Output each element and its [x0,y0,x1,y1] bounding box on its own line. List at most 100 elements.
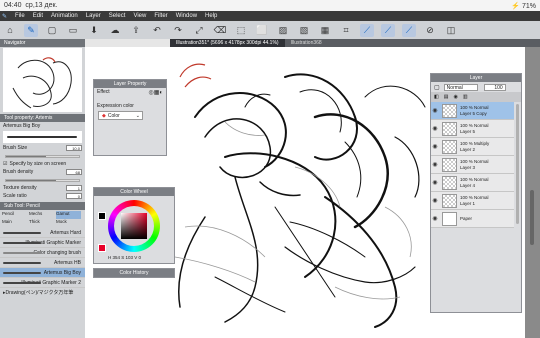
brush-density-value[interactable]: 68 [66,169,82,175]
deselect-icon[interactable]: ⬜ [255,24,269,37]
ref-icon[interactable]: ◉ [453,94,457,100]
eye-icon[interactable]: ◉ [431,215,439,222]
lock-icon[interactable]: ▤ [444,94,449,100]
subtool-tab-gamut[interactable]: Gamut [56,211,81,219]
main-color-swatch[interactable] [98,212,106,220]
navigator-header: Navigator [0,39,85,47]
eye-icon[interactable]: ◉ [431,179,439,186]
fill-icon[interactable]: ▧ [297,24,311,37]
layer-row[interactable]: ◉ 100 % Normal Layer 4 [431,174,514,192]
menu-edit[interactable]: Edit [33,13,43,19]
layer-row[interactable]: ◉ 100 % Normal Layer 3 [431,156,514,174]
density-slider[interactable] [5,178,80,182]
brush-size-row: Brush Size 10.0 [0,144,85,152]
layer-row-paper[interactable]: ◉ Paper [431,210,514,228]
menu-window[interactable]: Window [176,13,197,19]
layer-row[interactable]: ◉ 100 % Multiply Layer 2 [431,138,514,156]
scale-label: Scale ratio [3,193,27,199]
opacity-field[interactable]: 100 [483,83,506,91]
eye-icon[interactable]: ◉ [431,125,439,132]
canvas-scrollbar[interactable] [530,190,534,245]
brush-size-slider[interactable] [5,154,80,158]
brush-item-selected[interactable]: Artemus Big Boy [0,268,85,278]
menu-help[interactable]: Help [205,13,217,19]
open-folder-icon[interactable]: ▭ [66,24,80,37]
date: ср,13 дек. [25,2,58,9]
clip-icon[interactable]: ◧ [434,94,439,100]
navigator-preview[interactable] [3,48,82,112]
brush-item[interactable]: Artemus HB [0,258,85,268]
scale-value[interactable]: 0 [66,193,82,199]
texture-value[interactable]: 1 [66,185,82,191]
home-icon[interactable]: ⌂ [3,24,17,37]
perspective-icon[interactable]: ⊘ [423,24,437,37]
layer-scrollbar[interactable] [516,104,519,224]
transform-icon[interactable]: ⤢ [192,24,206,37]
export-icon[interactable]: ⇪ [129,24,143,37]
tab-illustration368[interactable]: Illustration368 [285,39,328,47]
eye-icon[interactable]: ◉ [431,107,439,114]
color-history-panel: Color History [93,268,175,278]
layer-info: 100 % Normal Layer 1 [460,195,489,207]
tab-illustration351[interactable]: Illustration351* (5696 x 4178px 300dpi 4… [170,39,285,47]
layer-info: 100 % Normal Layer 3 [460,159,489,171]
subtool-tab-pencil[interactable]: Pencil [2,211,29,219]
menu-filter[interactable]: Filter [154,13,167,19]
layer-thumbnail [442,121,457,136]
layer-panel-header: Layer [431,74,521,82]
save-icon[interactable]: ⬇ [87,24,101,37]
snap-icon[interactable]: ⟋ [381,23,395,37]
clear-icon[interactable]: ⌫ [213,24,227,37]
eye-icon[interactable]: ◉ [431,161,439,168]
navigator-thumbnail [12,57,72,109]
cloud-icon[interactable]: ☁ [108,24,122,37]
ruler-icon[interactable]: ⟋ [360,23,374,37]
menu-view[interactable]: View [133,13,146,19]
brush-preview [3,131,82,143]
subtool-tab-mock[interactable]: Mock [56,219,81,227]
layer-property-panel: Layer Property Effect ◎▦◐ Expression colo… [93,79,167,156]
subtool-tab-thick[interactable]: Thick [29,219,56,227]
layer-row[interactable]: ◉ 100 % Normal Layer 1 [431,192,514,210]
expression-color-select[interactable]: ◆ Color ⌄ [98,111,143,120]
symmetry-icon[interactable]: ⟋ [402,23,416,37]
layer-settings-icon[interactable]: ▢ [434,84,440,91]
tone-icon[interactable]: ◫ [444,24,458,37]
new-file-icon[interactable]: ▢ [45,24,59,37]
undo-icon[interactable]: ↶ [150,24,164,37]
brush-item[interactable]: Color changing brush [0,248,85,258]
brush-item[interactable]: Illuminati Graphic Marker 2 [0,278,85,288]
saturation-value-square[interactable] [121,213,147,239]
eye-icon[interactable]: ◉ [431,197,439,204]
crop-icon[interactable]: ⌗ [339,24,353,37]
effect-icons[interactable]: ◎▦◐ [148,89,163,96]
brush-density-label: Brush density [3,169,34,175]
menu-animation[interactable]: Animation [51,13,78,19]
subtool-tab-main[interactable]: Main [2,219,29,227]
sub-color-swatch[interactable] [98,244,106,252]
brush-item[interactable]: Artemus Hard [0,228,85,238]
layer-row[interactable]: ◉ 100 % Normal Layer 5 [431,120,514,138]
texture-row: Texture density 1 [0,184,85,192]
pen-icon[interactable]: ✎ [24,23,38,37]
layer-row[interactable]: ◉ 100 % Normal Layer 5 Copy [431,102,514,120]
layer-name: Layer 2 [460,146,476,152]
select-all-icon[interactable]: ⬚ [234,24,248,37]
brush-folder-row[interactable]: ▸Drawing(ペン)/マジクタ万年筆 [0,288,85,296]
subtool-tab-mechs[interactable]: Mechs [29,211,56,219]
brush-item[interactable]: Illuminati Graphic Marker [0,238,85,248]
effect-row: Effect ◎▦◐ [94,88,166,96]
menu-layer[interactable]: Layer [86,13,101,19]
eye-icon[interactable]: ◉ [431,143,439,150]
grid-icon[interactable]: ▦ [318,24,332,37]
brush-size-value[interactable]: 10.0 [66,145,82,151]
mask-icon[interactable]: ▥ [463,94,468,100]
redo-icon[interactable]: ↷ [171,24,185,37]
invert-icon[interactable]: ▨ [276,24,290,37]
subtool-tabs: Pencil Mechs Gamut Main Thick Mock [0,210,85,228]
size-checkbox[interactable]: ☑ [3,161,7,167]
app-icon[interactable]: ✎ [2,13,7,20]
menu-select[interactable]: Select [109,13,126,19]
blend-mode-select[interactable]: Normal [443,83,478,91]
menu-file[interactable]: File [15,13,25,19]
